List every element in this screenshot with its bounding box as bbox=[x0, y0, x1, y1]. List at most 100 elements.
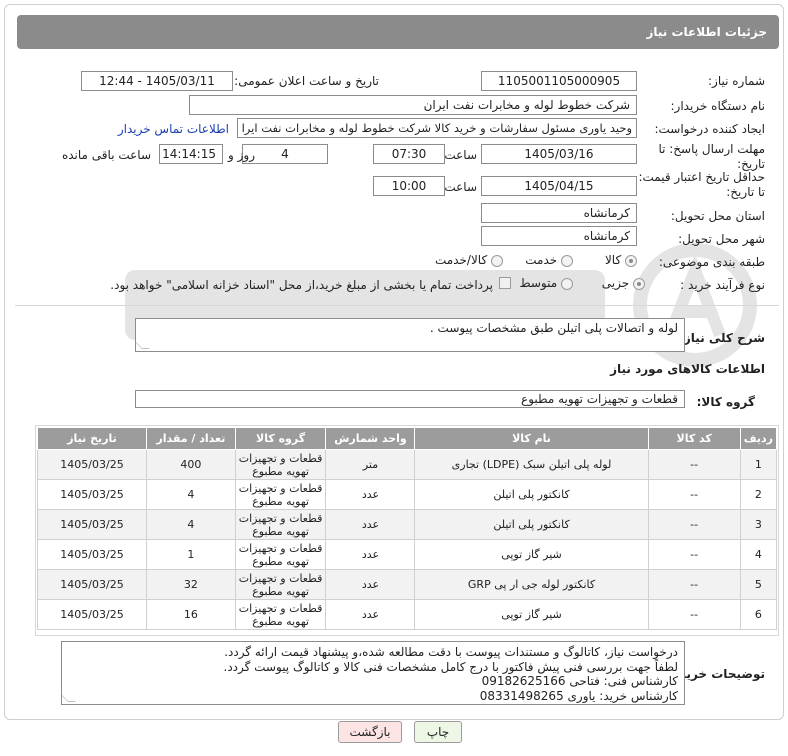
panel-title: جزئیات اطلاعات نیاز bbox=[646, 25, 767, 39]
col-row: ردیف bbox=[739, 427, 778, 450]
cell-group: قطعات و تجهیزات تهویه مطبوع bbox=[234, 539, 327, 570]
cell-code: -- bbox=[647, 569, 741, 600]
notes-line: درخواست نیاز، کاتالوگ و مستندات پیوست با… bbox=[224, 645, 678, 659]
cell-date: 1405/03/25 bbox=[36, 449, 148, 480]
cell-name: کانکتور پلی اتیلن bbox=[414, 509, 649, 540]
buyer-notes-textarea[interactable]: درخواست نیاز، کاتالوگ و مستندات پیوست با… bbox=[61, 641, 685, 705]
description-text: لوله و اتصالات پلی اتیلن طبق مشخصات پیوس… bbox=[429, 321, 678, 335]
table-row: 4 -- شیر گاز توپی عدد قطعات و تجهیزات تهویه … bbox=[36, 539, 778, 570]
cell-name: کانکتور پلی اتیلن bbox=[414, 479, 649, 510]
radio-icon bbox=[491, 254, 503, 267]
validity-label-date: تا تاریخ: bbox=[726, 185, 765, 199]
creator-field: وحید یاوری مسئول سفارشات و خرید کالا شرک… bbox=[237, 118, 637, 138]
cell-row: 4 bbox=[739, 539, 778, 570]
cell-qty: 4 bbox=[146, 479, 236, 510]
validity-label: حداقل تاریخ اعتبار قیمت: bbox=[638, 170, 765, 184]
cell-unit: متر bbox=[325, 449, 416, 480]
cell-qty: 4 bbox=[146, 509, 236, 540]
table-row: 2 -- کانکتور پلی اتیلن عدد قطعات و تجهیزات ت… bbox=[36, 479, 778, 510]
col-qty: تعداد / مقدار bbox=[146, 427, 236, 450]
col-unit: واحد شمارش bbox=[325, 427, 416, 450]
notes-line: کارشناس فنی: فتاحی 09182625166 bbox=[481, 674, 678, 688]
category-radio-goods[interactable]: کالا bbox=[605, 253, 637, 267]
cell-qty: 1 bbox=[146, 539, 236, 570]
deadline-label-date: تاریخ: bbox=[737, 157, 765, 171]
col-group: گروه کالا bbox=[234, 427, 327, 450]
cell-unit: عدد bbox=[325, 539, 416, 570]
goods-group-label: گروه کالا: bbox=[696, 395, 755, 409]
cell-row: 1 bbox=[739, 449, 778, 480]
process-radio-medium[interactable]: متوسط bbox=[519, 276, 573, 290]
back-button[interactable]: بازگشت bbox=[338, 721, 402, 743]
cell-date: 1405/03/25 bbox=[36, 539, 148, 570]
radio-icon bbox=[561, 277, 573, 290]
cell-code: -- bbox=[647, 479, 741, 510]
cell-date: 1405/03/25 bbox=[36, 569, 148, 600]
radio-icon bbox=[561, 254, 573, 267]
goods-section-title: اطلاعات کالاهای مورد نیاز bbox=[610, 362, 765, 376]
city-field: کرمانشاه bbox=[481, 226, 637, 246]
radio-selected-icon bbox=[633, 277, 645, 290]
checkbox-icon bbox=[499, 276, 511, 289]
deadline-time-label: ساعت bbox=[444, 148, 477, 162]
cell-unit: عدد bbox=[325, 569, 416, 600]
cell-row: 6 bbox=[739, 599, 778, 630]
notes-line: کارشناس خرید: یاوری 08331498265 bbox=[479, 688, 678, 703]
table-header-row: ردیف کد کالا نام کالا واحد شمارش گروه کا… bbox=[36, 427, 778, 450]
need-number-field: 1105001105000905 bbox=[481, 71, 637, 91]
treasury-payment-checkbox[interactable] bbox=[499, 275, 511, 289]
description-textarea[interactable]: لوله و اتصالات پلی اتیلن طبق مشخصات پیوس… bbox=[135, 318, 685, 352]
announce-label: تاریخ و ساعت اعلان عمومی: bbox=[234, 74, 379, 88]
days-label: روز و bbox=[228, 148, 255, 162]
details-panel: جزئیات اطلاعات نیاز شماره نیاز: 11050011… bbox=[4, 4, 784, 720]
cell-row: 5 bbox=[739, 569, 778, 600]
treasury-payment-note: پرداخت تمام یا بخشی از مبلغ خرید،از محل … bbox=[110, 278, 493, 292]
province-label: استان محل تحویل: bbox=[670, 209, 765, 223]
category-radio-goods-service[interactable]: کالا/خدمت bbox=[435, 253, 503, 267]
cell-qty: 400 bbox=[146, 449, 236, 480]
cell-code: -- bbox=[647, 539, 741, 570]
remaining-time-field: 14:14:15 bbox=[159, 144, 223, 164]
notes-line: لطفاً جهت بررسی فنی پیش فاکتور با درج کا… bbox=[223, 659, 679, 674]
table-row: 1 -- لوله پلی اتیلن سبک (LDPE) تجاری متر قطع… bbox=[36, 449, 778, 480]
cell-group: قطعات و تجهیزات تهویه مطبوع bbox=[234, 599, 327, 630]
col-code: کد کالا bbox=[647, 427, 741, 450]
cell-name: کانکتور لوله جی ار پی GRP bbox=[414, 569, 649, 600]
items-table: ردیف کد کالا نام کالا واحد شمارش گروه کا… bbox=[36, 427, 778, 630]
cell-group: قطعات و تجهیزات تهویه مطبوع bbox=[234, 569, 327, 600]
col-name: نام کالا bbox=[414, 427, 649, 450]
cell-group: قطعات و تجهیزات تهویه مطبوع bbox=[234, 509, 327, 540]
description-label: شرح کلی نیاز: bbox=[679, 331, 765, 345]
cell-code: -- bbox=[647, 509, 741, 540]
category-radio-service[interactable]: خدمت bbox=[525, 253, 573, 267]
cell-name: لوله پلی اتیلن سبک (LDPE) تجاری bbox=[414, 449, 649, 480]
category-label: طبقه بندی موضوعی: bbox=[658, 255, 765, 269]
cell-group: قطعات و تجهیزات تهویه مطبوع bbox=[234, 449, 327, 480]
print-button[interactable]: چاپ bbox=[414, 721, 462, 743]
cell-qty: 16 bbox=[146, 599, 236, 630]
cell-qty: 32 bbox=[146, 569, 236, 600]
panel-header: جزئیات اطلاعات نیاز bbox=[17, 15, 779, 49]
cell-name: شیر گاز توپی bbox=[414, 539, 649, 570]
cell-unit: عدد bbox=[325, 599, 416, 630]
cell-row: 3 bbox=[739, 509, 778, 540]
cell-name: شیر گاز توپی bbox=[414, 599, 649, 630]
radio-selected-icon bbox=[625, 254, 637, 267]
cell-unit: عدد bbox=[325, 479, 416, 510]
buyer-contact-link[interactable]: اطلاعات تماس خریدار bbox=[118, 122, 229, 136]
cell-group: قطعات و تجهیزات تهویه مطبوع bbox=[234, 479, 327, 510]
validity-time-field: 10:00 bbox=[373, 176, 445, 196]
cell-code: -- bbox=[647, 449, 741, 480]
resize-handle-icon[interactable] bbox=[136, 341, 150, 349]
deadline-label: مهلت ارسال پاسخ: تا bbox=[658, 142, 765, 156]
city-label: شهر محل تحویل: bbox=[678, 232, 765, 246]
goods-group-field: قطعات و تجهیزات تهویه مطبوع bbox=[135, 390, 685, 408]
deadline-time-field: 07:30 bbox=[373, 144, 445, 164]
buyer-label: نام دستگاه خریدار: bbox=[670, 99, 766, 113]
table-row: 6 -- شیر گاز توپی عدد قطعات و تجهیزات تهویه … bbox=[36, 599, 778, 630]
divider bbox=[15, 305, 779, 306]
process-radio-minor[interactable]: جزیی bbox=[602, 276, 645, 290]
table-row: 5 -- کانکتور لوله جی ار پی GRP عدد قطعات و ت… bbox=[36, 569, 778, 600]
deadline-date-field: 1405/03/16 bbox=[481, 144, 637, 164]
announce-field: 1405/03/11 - 12:44 bbox=[81, 71, 233, 91]
